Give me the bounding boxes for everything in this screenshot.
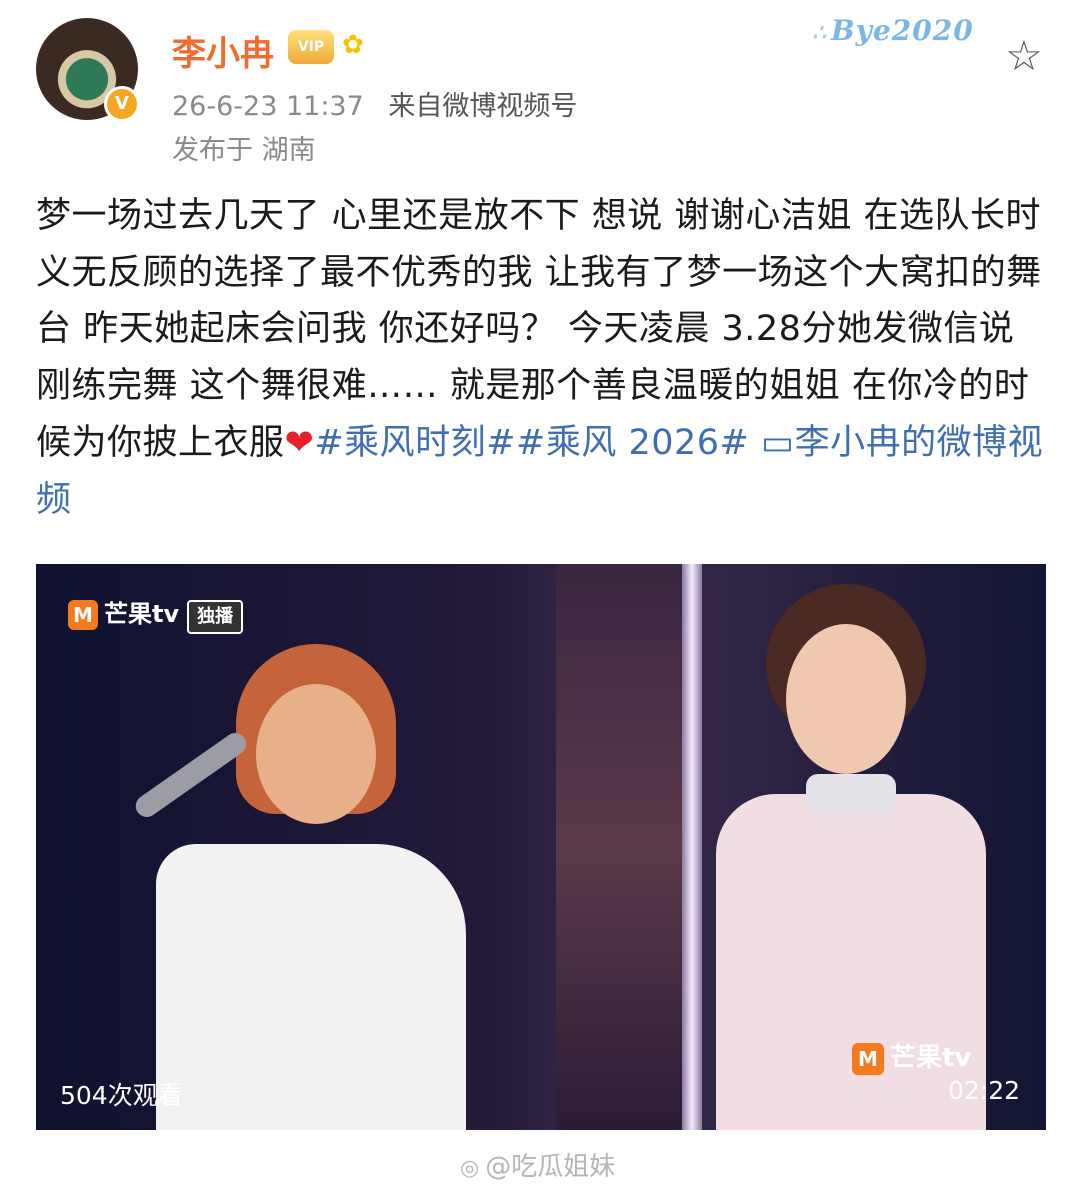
- post-location: 发布于 湖南: [172, 135, 316, 166]
- pink-dress: [716, 794, 986, 1130]
- face: [786, 624, 906, 774]
- watermark: ◎ @吃瓜姐妹: [460, 1146, 615, 1183]
- hashtag-link[interactable]: #乘风 2026#: [516, 423, 749, 463]
- necklace: [806, 774, 896, 814]
- verified-badge-icon: V: [104, 86, 140, 122]
- microphone-icon: [131, 728, 251, 822]
- post-meta: 26-6-23 11:37 来自微博视频号: [172, 84, 577, 123]
- heart-icon: ❤: [284, 422, 315, 463]
- performer-left: [126, 644, 486, 1130]
- face: [256, 684, 376, 824]
- footprints-icon: ∴: [812, 20, 827, 46]
- logo-text: 芒果tv: [890, 1043, 972, 1073]
- favorite-star-icon[interactable]: ☆: [1002, 34, 1046, 78]
- post-time: 26-6-23 11:37: [172, 91, 364, 122]
- weibo-icon: ◎: [460, 1156, 480, 1181]
- vip-crown-icon[interactable]: VIP: [288, 30, 334, 64]
- decoration-text: Bye2020: [831, 14, 974, 47]
- video-duration: 02:22: [947, 1076, 1020, 1105]
- exclusive-badge: 独播: [187, 600, 244, 634]
- mango-tv-logo: M 芒果tv 独播: [68, 594, 244, 634]
- white-dress: [156, 844, 466, 1130]
- mango-logo-icon: M: [852, 1043, 884, 1075]
- logo-text: 芒果tv: [104, 600, 180, 628]
- username[interactable]: 李小冉: [172, 26, 274, 75]
- avatar[interactable]: V: [36, 18, 140, 122]
- mango-logo-icon: M: [68, 600, 98, 630]
- video-player[interactable]: M 芒果tv 独播 M 芒果tv 504次观看 02:22: [36, 564, 1046, 1130]
- hashtag-link[interactable]: #乘风时刻#: [314, 423, 516, 463]
- post-body: 梦一场过去几天了 心里还是放不下 想说 谢谢心洁姐 在选队长时 义无反顾的选择了…: [36, 188, 1046, 528]
- mango-tv-logo-bottom: M 芒果tv: [852, 1038, 971, 1078]
- post-header: V 李小冉 VIP ✿ 26-6-23 11:37 来自微博视频号 发布于 湖南…: [0, 0, 1080, 170]
- stage-backdrop: [556, 564, 696, 1130]
- video-link-icon: ▭: [761, 422, 795, 463]
- card-decoration: ∴ Bye2020: [812, 14, 992, 58]
- watermark-text: @吃瓜姐妹: [485, 1152, 616, 1182]
- post-source[interactable]: 来自微博视频号: [388, 91, 577, 122]
- sunflower-icon: ✿: [342, 30, 364, 60]
- view-count: 504次观看: [60, 1081, 183, 1110]
